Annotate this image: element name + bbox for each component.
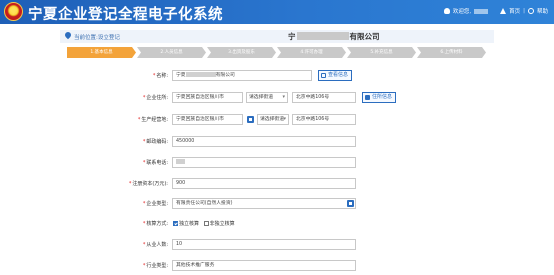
row-capital: *注册资本(万元): 900 — [0, 178, 554, 190]
row-accounting: *核算方式: 独立核算 非独立核算 — [0, 218, 554, 230]
capital-label: *注册资本(万元): — [128, 181, 168, 187]
production-city-input[interactable]: 宁夏回族自治区银川市 — [172, 114, 243, 125]
step-capital-shareholders[interactable]: 3.出资及股东 — [207, 47, 276, 58]
row-industry: *行业类型: 其他技术推广服务 — [0, 260, 554, 272]
row-residence: *企业住所: 宁夏回族自治区银川市 请选择街道 北京中路106号 住所信息 — [0, 92, 554, 104]
masked-username — [474, 8, 489, 14]
row-production-address: *生产经营地: 宁夏回族自治区银川市 请选择街道 北京中路106号 — [0, 114, 554, 126]
production-detail-input[interactable]: 北京中路106号 — [292, 114, 356, 125]
residence-label: *企业住所: — [142, 95, 168, 101]
capital-input[interactable]: 900 — [172, 178, 356, 189]
name-input[interactable]: 宁夏 有限公司 — [172, 70, 312, 81]
app-header: 宁夏企业登记全程电子化系统 欢迎您, 首页 | 帮助 — [0, 0, 554, 24]
row-postcode: *邮政编码: 450000 — [0, 136, 554, 148]
enterprise-type-input[interactable]: 有限责任公司(自然人投资) — [172, 198, 356, 209]
employees-input[interactable]: 10 — [172, 239, 356, 250]
national-emblem-icon — [4, 2, 23, 21]
location-bar: 当前位置:设立登记 宁有限公司 — [60, 30, 494, 43]
residence-street-select[interactable]: 请选择街道 — [246, 92, 288, 103]
postcode-input[interactable]: 450000 — [172, 136, 356, 147]
residence-detail-input[interactable]: 北京中路106号 — [292, 92, 356, 103]
employees-label: *从业人数: — [142, 242, 168, 248]
copy-address-icon[interactable] — [247, 116, 254, 123]
independent-accounting-checkbox[interactable] — [173, 221, 178, 226]
view-info-button[interactable]: 查看信息 — [318, 70, 353, 81]
row-enterprise-type: *企业类型: 有限责任公司(自然人投资) — [0, 198, 554, 210]
postcode-label: *邮政编码: — [142, 139, 168, 145]
user-icon — [443, 8, 450, 14]
production-street-select[interactable]: 请选择街道 — [257, 114, 289, 125]
phone-input[interactable] — [172, 157, 356, 168]
row-employees: *从业人数: 10 — [0, 239, 554, 251]
company-name-heading: 宁有限公司 — [288, 32, 380, 41]
accounting-options: 独立核算 非独立核算 — [173, 220, 235, 227]
system-title: 宁夏企业登记全程电子化系统 — [28, 7, 223, 23]
step-supplementary[interactable]: 5.补充信息 — [347, 47, 416, 58]
location-pin-icon — [63, 30, 73, 40]
help-link[interactable]: 帮助 — [537, 7, 548, 15]
industry-input[interactable]: 其他技术推广服务 — [172, 260, 356, 271]
industry-label: *行业类型: — [142, 263, 168, 269]
row-name: *名称: 宁夏 有限公司 查看信息 — [0, 70, 554, 82]
production-label: *生产经营地: — [137, 117, 168, 123]
step-upload[interactable]: 6.上传材料 — [417, 47, 486, 58]
select-type-icon[interactable] — [347, 200, 354, 207]
non-independent-accounting-checkbox[interactable] — [203, 221, 209, 226]
header-user-menu: 欢迎您, 首页 | 帮助 — [443, 7, 548, 15]
progress-steps: 1.基本信息 2.人员信息 3.出资及股东 4.许可办理 5.补充信息 6.上传… — [67, 47, 487, 58]
name-label: *名称: — [152, 73, 168, 79]
search-icon — [321, 73, 326, 78]
masked-phone — [176, 159, 185, 164]
accounting-label: *核算方式: — [142, 221, 168, 227]
residence-info-button[interactable]: 住所信息 — [362, 92, 397, 103]
step-license[interactable]: 4.许可办理 — [277, 47, 346, 58]
help-icon[interactable] — [527, 8, 534, 14]
phone-label: *联系电话: — [142, 160, 168, 166]
welcome-text: 欢迎您, — [452, 9, 472, 15]
row-phone: *联系电话: — [0, 157, 554, 169]
document-icon — [365, 95, 370, 100]
residence-city-input[interactable]: 宁夏回族自治区银川市 — [172, 92, 243, 103]
home-link[interactable]: 首页 — [509, 7, 520, 15]
step-personnel-info[interactable]: 2.人员信息 — [137, 47, 206, 58]
step-basic-info[interactable]: 1.基本信息 — [67, 47, 136, 58]
enterprise-type-label: *企业类型: — [142, 201, 168, 207]
masked-company-name — [296, 32, 349, 40]
breadcrumb: 当前位置:设立登记 — [74, 35, 120, 41]
home-icon[interactable] — [500, 8, 507, 14]
